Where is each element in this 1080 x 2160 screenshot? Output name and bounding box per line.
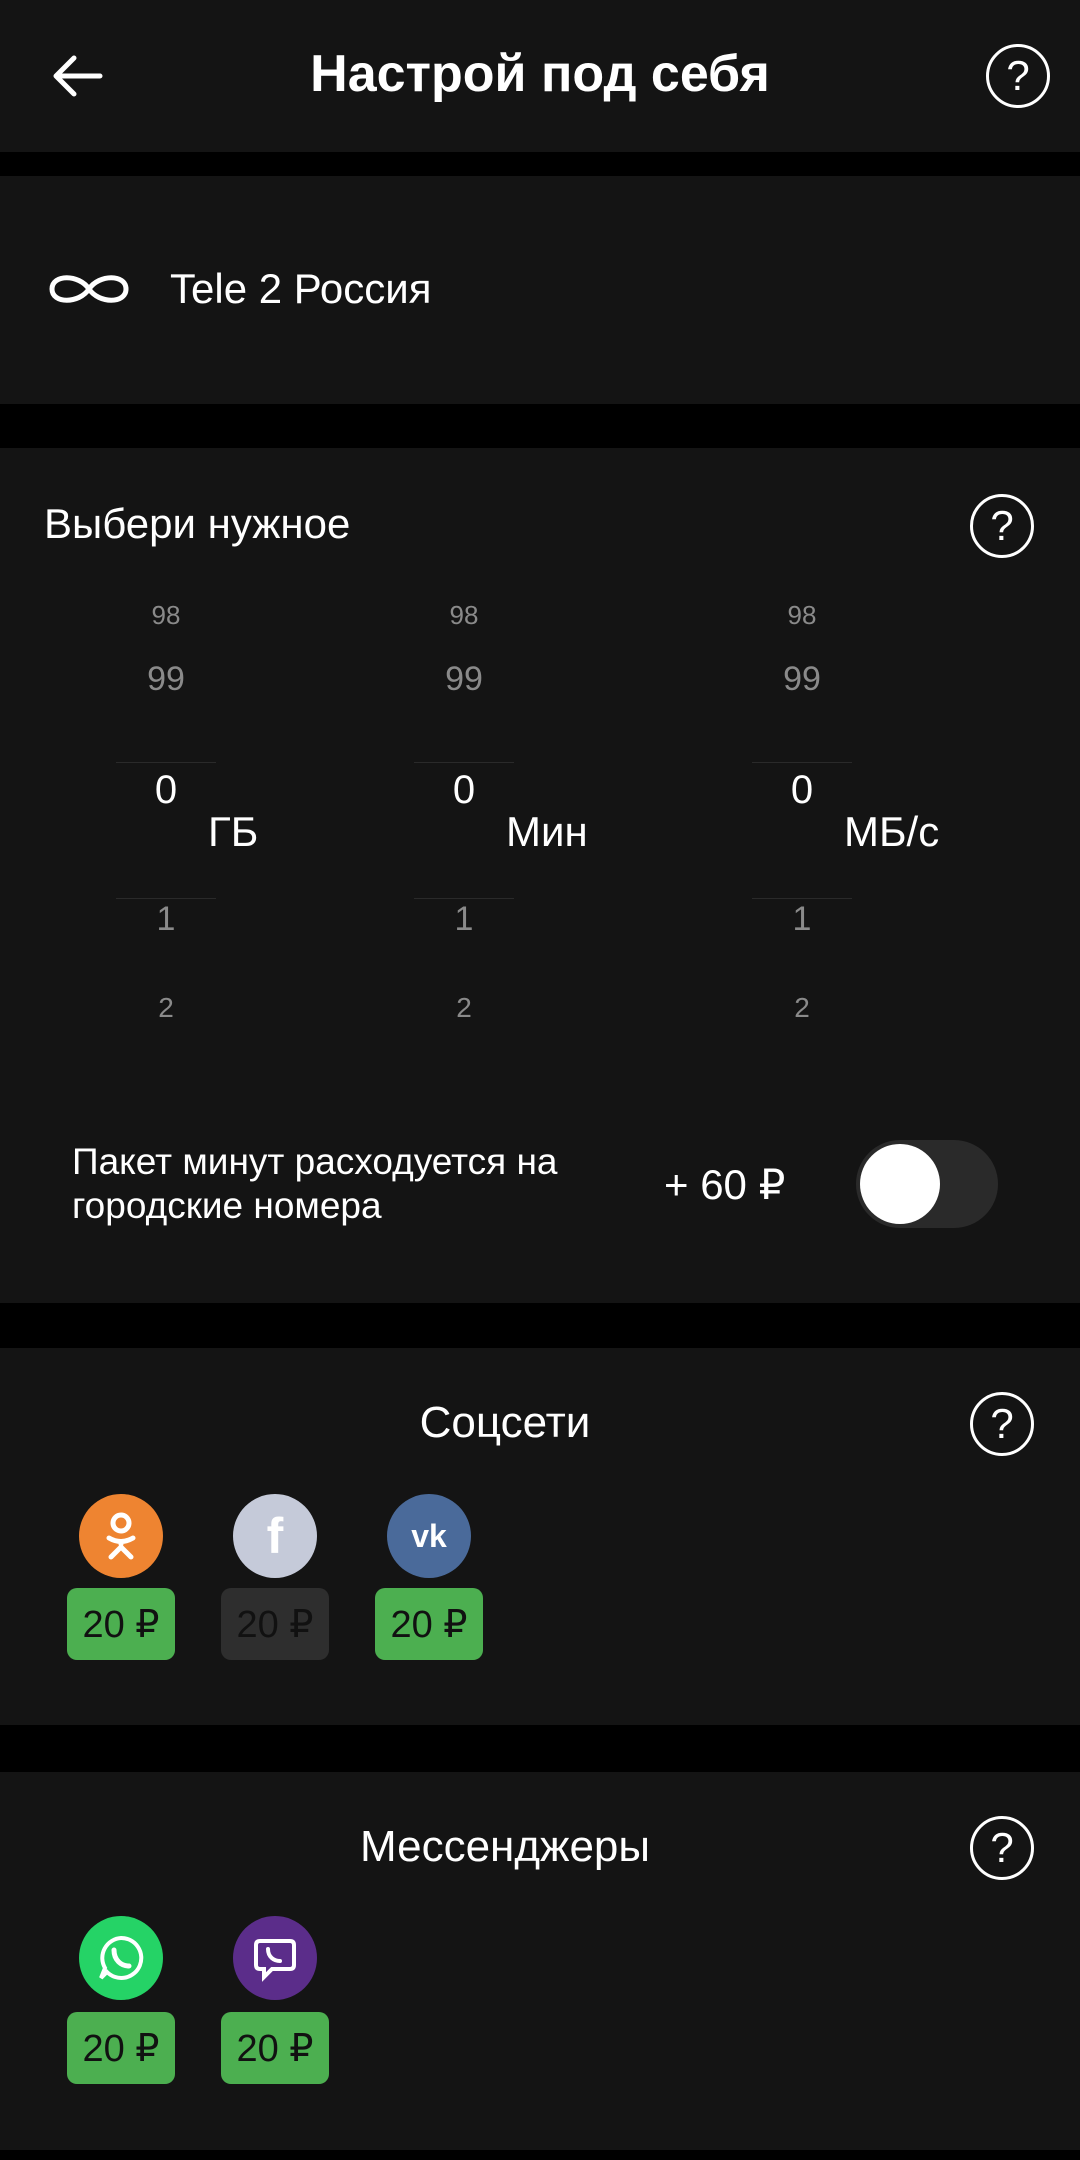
top-bar: Настрой под себя ? [0,0,1080,152]
city-numbers-option-text: Пакет минут расходуется на городские ном… [72,1141,558,1226]
picker-value: 2 [158,992,174,1023]
operator-name: Tele 2 Россия [170,265,432,312]
help-icon[interactable]: ? [970,1816,1034,1880]
picker-value: 1 [156,900,176,938]
picker-value: 99 [147,660,185,698]
picker-value: 1 [454,900,474,938]
picker-value: 98 [151,600,181,630]
picker-value: 98 [787,600,817,630]
city-numbers-toggle[interactable] [856,1140,998,1228]
picker-value: 98 [449,600,479,630]
picker-selected-value: 0 [154,768,178,812]
help-icon[interactable]: ? [970,1392,1034,1456]
viber-price-chip[interactable]: 20 ₽ [221,2012,329,2084]
picker-value: 99 [783,660,821,698]
toggle-knob [860,1144,940,1224]
viber-icon[interactable] [233,1916,317,2000]
vk-price-chip[interactable]: 20 ₽ [375,1588,483,1660]
picker-selected-value: 0 [452,768,476,812]
help-icon[interactable]: ? [970,494,1034,558]
speed-unit: МБ/с [844,808,940,855]
social-title: Соцсети [419,1398,591,1447]
help-icon[interactable]: ? [986,44,1050,108]
option-price: + 60 ₽ [664,1161,786,1208]
picker-value: 2 [794,992,810,1023]
whatsapp-icon[interactable] [79,1916,163,2000]
picker-value: 99 [445,660,483,698]
facebook-price-chip[interactable]: 20 ₽ [221,1588,329,1660]
picker-value: 1 [792,900,812,938]
whatsapp-price-chip[interactable]: 20 ₽ [67,2012,175,2084]
messengers-title: Мессенджеры [359,1822,651,1871]
odnoklassniki-icon[interactable] [79,1494,163,1578]
minutes-unit: Мин [506,808,588,855]
facebook-icon[interactable]: f [233,1494,317,1578]
page-title: Настрой под себя [310,45,770,103]
picker-selected-value: 0 [790,768,814,812]
vk-icon[interactable]: vk [387,1494,471,1578]
infinity-logo-icon [49,275,129,303]
section-title: Выбери нужное [44,500,351,547]
picker-value: 2 [456,992,472,1023]
operator-section [0,176,1080,404]
gb-unit: ГБ [208,808,259,855]
odnoklassniki-price-chip[interactable]: 20 ₽ [67,1588,175,1660]
